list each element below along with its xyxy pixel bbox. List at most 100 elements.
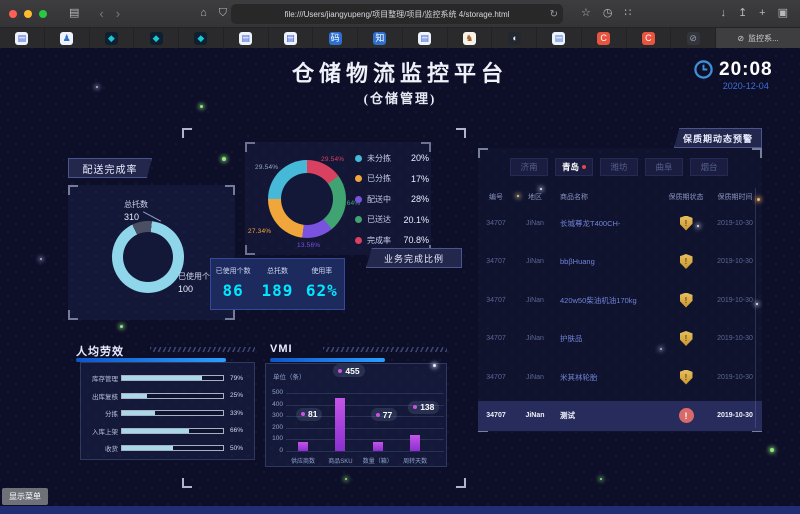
share-icon[interactable]: ↥: [732, 5, 753, 22]
diamond-favicon[interactable]: ◆: [134, 28, 179, 48]
status-cell: !: [664, 293, 708, 308]
browser-titlebar: ▤ ‹ › ⌂ ⛉ file:///Users/jiangyupeng/项目整理…: [0, 0, 800, 28]
warning-table-row[interactable]: 34707JiNan测试!2019-10-30: [478, 401, 762, 431]
city-tab-label: 青岛: [562, 161, 579, 173]
status-cell: !: [664, 216, 708, 231]
clock-widget: 20:08 2020-12-04: [694, 60, 773, 91]
close-window-button[interactable]: [9, 10, 17, 18]
code-favicon[interactable]: 码: [313, 28, 358, 48]
status-cell: !: [664, 370, 708, 385]
legend-dot: [355, 216, 362, 223]
legend-label: 已送达: [367, 214, 403, 225]
vmi-ytick: 0: [266, 447, 283, 454]
cell: JiNan: [514, 374, 556, 381]
vmi-bar[interactable]: [373, 442, 383, 451]
camel-favicon[interactable]: ♞: [448, 28, 493, 48]
show-menu-button[interactable]: 显示菜单: [2, 488, 48, 505]
minimize-window-button[interactable]: [24, 10, 32, 18]
bookmark-star-icon[interactable]: ☆: [575, 5, 597, 22]
city-tab-曲阜[interactable]: 曲阜: [645, 158, 683, 176]
warning-table-row[interactable]: 34707JiNan长城尊龙T400CH-!2019-10-30: [478, 208, 762, 238]
legend-dot: [355, 175, 362, 182]
sidebar-icon[interactable]: ▤: [63, 5, 85, 22]
city-tab-label: 济南: [520, 161, 537, 173]
stat-rate: 使用率 62%: [300, 259, 344, 309]
maximize-window-button[interactable]: [39, 10, 47, 18]
profile-favicon[interactable]: ♟: [45, 28, 90, 48]
vmi-ytick: 100: [266, 435, 283, 442]
legend-item[interactable]: 已分拣17%: [355, 169, 429, 190]
doc-favicon[interactable]: ▤: [269, 28, 314, 48]
active-tab[interactable]: ⊘ 监控系...: [716, 28, 800, 48]
shield-icon: !: [680, 216, 693, 231]
csdn-favicon[interactable]: C: [582, 28, 627, 48]
cell: JiNan: [514, 412, 556, 419]
city-tab-济南[interactable]: 济南: [510, 158, 548, 176]
back-button[interactable]: ‹: [93, 4, 109, 23]
vmi-value-bubble: 77: [371, 408, 397, 421]
labor-chart-panel[interactable]: 库存管理79%出库复核25%分拣33%入库上架66%收货50%: [80, 362, 255, 460]
vmi-marker-dot: [338, 369, 342, 373]
diamond-favicon[interactable]: ◆: [90, 28, 135, 48]
delivery-rate-button[interactable]: 配送完成率: [68, 158, 152, 178]
doc-favicon[interactable]: ▤: [0, 28, 45, 48]
warning-table-row[interactable]: 34707JiNan420w50柴油机油170kg!2019-10-30: [478, 285, 762, 315]
star-dot: [222, 157, 226, 161]
warning-table-row[interactable]: 34707JiNanbbβHuang!2019-10-30: [478, 247, 762, 277]
alert-icon: !: [679, 408, 694, 423]
city-tab-label: 曲阜: [655, 161, 672, 173]
diamond-favicon[interactable]: ◆: [179, 28, 224, 48]
home-icon[interactable]: ⌂: [194, 5, 213, 22]
csdn-favicon-glyph: C: [642, 32, 655, 45]
sorting-donut-chart[interactable]: [268, 160, 346, 238]
business-ratio-button[interactable]: 业务完成比例: [366, 248, 462, 268]
vmi-bar[interactable]: [410, 435, 420, 451]
delivery-rate-label: 配送完成率: [83, 161, 138, 176]
blank-favicon[interactable]: ⊘: [671, 28, 716, 48]
privacy-shield-icon[interactable]: ⛉: [213, 5, 233, 22]
vmi-bar[interactable]: [298, 442, 308, 451]
labor-value-label: 79%: [230, 375, 243, 382]
csdn-favicon[interactable]: C: [627, 28, 672, 48]
new-tab-button[interactable]: +: [753, 5, 771, 22]
doc-favicon[interactable]: ▤: [537, 28, 582, 48]
doc-favicon[interactable]: ▤: [403, 28, 448, 48]
forward-button[interactable]: ›: [110, 4, 126, 23]
city-tab-label: 烟台: [700, 161, 717, 173]
legend-item[interactable]: 完成率70.8%: [355, 230, 429, 251]
active-tab-dot: [582, 165, 586, 169]
reload-icon[interactable]: ↻: [550, 9, 558, 20]
warning-table-row[interactable]: 34707JiNan护肤品!2019-10-30: [478, 324, 762, 354]
address-bar[interactable]: file:///Users/jiangyupeng/项目整理/项目/监控系统 4…: [231, 4, 563, 24]
doc-favicon[interactable]: ▤: [224, 28, 269, 48]
city-tab-青岛[interactable]: 青岛: [555, 158, 593, 176]
city-tab-烟台[interactable]: 烟台: [690, 158, 728, 176]
city-tab-潍坊[interactable]: 潍坊: [600, 158, 638, 176]
vmi-bar[interactable]: [335, 398, 345, 451]
history-clock-icon[interactable]: ◷: [597, 5, 619, 22]
chat-favicon[interactable]: ◖: [492, 28, 537, 48]
bottom-strip: [0, 506, 800, 514]
warning-table-row[interactable]: 34707JiNan米其林轮胎!2019-10-30: [478, 362, 762, 392]
tab-overview-icon[interactable]: ▣: [772, 5, 794, 22]
labor-bar: [121, 445, 224, 451]
legend-item[interactable]: 配送中28%: [355, 189, 429, 210]
vmi-chart-panel[interactable]: 单位（条） 010020030040050081供应商数455商品SKU77数量…: [265, 363, 447, 467]
legend-item[interactable]: 未分拣20%: [355, 148, 429, 169]
shelf-life-warning-button[interactable]: 保质期动态预警: [674, 128, 762, 148]
downloads-icon[interactable]: ↓: [714, 5, 732, 22]
browser-window: ▤ ‹ › ⌂ ⛉ file:///Users/jiangyupeng/项目整理…: [0, 0, 800, 514]
cell: 34707: [478, 412, 514, 419]
shield-icon: !: [680, 293, 693, 308]
vmi-ytick: 400: [266, 401, 283, 408]
vmi-gridline: [286, 428, 444, 429]
zhihu-favicon[interactable]: 知: [358, 28, 403, 48]
vmi-ytick: 200: [266, 424, 283, 431]
labor-bar-row: 出库复核25%: [81, 390, 254, 402]
delivery-donut-chart[interactable]: [112, 221, 184, 293]
tab-groups-icon[interactable]: ∷: [618, 5, 637, 22]
url-text: file:///Users/jiangyupeng/项目整理/项目/监控系统 4…: [285, 9, 510, 20]
shield-icon: !: [680, 254, 693, 269]
legend-item[interactable]: 已送达20.1%: [355, 210, 429, 231]
labor-value-label: 50%: [230, 445, 243, 452]
